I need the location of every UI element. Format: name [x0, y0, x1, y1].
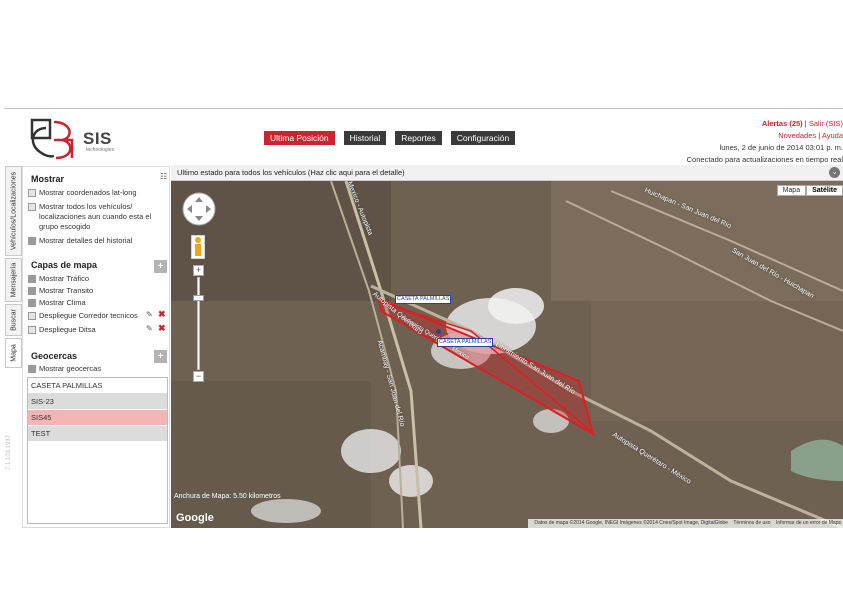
add-layer-button[interactable]: +: [154, 260, 167, 273]
zoom-slider[interactable]: + −: [193, 265, 204, 383]
map-header[interactable]: Ultimo estado para todos los vehículos (…: [171, 165, 843, 181]
checkbox[interactable]: [28, 275, 36, 283]
geofence-marker-label[interactable]: CASETA PALMILLAS: [437, 338, 494, 347]
zoom-out-button[interactable]: −: [193, 371, 204, 382]
nav-reportes-button[interactable]: Reportes: [395, 131, 442, 145]
current-date: lunes, 2 de junio de 2014 03:01 p. m.: [719, 143, 843, 152]
nav-configuracion-button[interactable]: Configuración: [450, 131, 516, 145]
tab-vehiculos-label: Vehículos/Localizaciones: [10, 171, 17, 251]
street-view-pegman-icon[interactable]: [191, 235, 205, 259]
logo-text: SIS: [83, 129, 112, 148]
option-label: Mostrar Tráfico: [39, 274, 90, 283]
add-geofence-button[interactable]: +: [154, 350, 167, 363]
google-logo: Google: [176, 512, 214, 524]
option-label: Despliegue Ditsa: [39, 325, 96, 334]
logo-subtitle: technologies: [86, 147, 115, 153]
checkbox[interactable]: [28, 203, 36, 211]
list-item[interactable]: SIS45: [28, 410, 167, 426]
separator: |: [804, 119, 807, 128]
app-root: SIS technologies Ultima Posición Histori…: [0, 0, 843, 600]
edit-icon[interactable]: ✎: [146, 324, 153, 333]
option-history-details[interactable]: Mostrar detalles del historial: [28, 236, 168, 246]
tab-mensajeria[interactable]: Mensajería: [5, 258, 22, 302]
news-link[interactable]: Novedades: [778, 131, 816, 140]
map-type-satellite-button[interactable]: Satélite: [806, 185, 843, 196]
alerts-link[interactable]: Alertas (25): [762, 119, 803, 128]
option-lat-long[interactable]: Mostrar coordenados lat-long: [28, 188, 168, 198]
tab-buscar[interactable]: Buscar: [5, 304, 22, 336]
nav-historial-button[interactable]: Historial: [343, 131, 387, 145]
section-capas-title: Capas de mapa: [31, 260, 98, 270]
geofence-marker-label[interactable]: CASETA PALMILLAS: [395, 295, 452, 304]
nav-ultima-posicion-button[interactable]: Ultima Posición: [264, 131, 335, 145]
map-type-toggle: Mapa Satélite: [776, 185, 843, 196]
checkbox[interactable]: [28, 237, 36, 245]
option-show-geofences[interactable]: Mostrar geocercas: [28, 364, 168, 374]
map-view[interactable]: Ultimo estado para todos los vehículos (…: [171, 165, 843, 528]
zoom-in-button[interactable]: +: [193, 265, 204, 276]
delete-icon[interactable]: ✖: [158, 323, 166, 334]
checkbox[interactable]: [28, 312, 36, 320]
checkbox[interactable]: [28, 299, 36, 307]
checkbox[interactable]: [28, 326, 36, 334]
tab-mapa-label: Mapa: [10, 344, 17, 362]
collapse-icon[interactable]: ⌄: [829, 167, 840, 178]
separator: |: [818, 131, 821, 140]
checkbox[interactable]: [28, 287, 36, 295]
tab-vehiculos[interactable]: Vehículos/Localizaciones: [5, 166, 22, 256]
attribution-text: Datos de mapa ©2014 Google, INEGI Imágen…: [534, 520, 728, 526]
exit-link[interactable]: Salir (SIS): [809, 119, 843, 128]
option-all-vehicles[interactable]: Mostrar todos los vehículos/ localizacio…: [28, 202, 168, 232]
help-link[interactable]: Ayuda: [822, 131, 843, 140]
section-geocercas-title: Geocercas: [31, 351, 78, 361]
list-item[interactable]: CASETA PALMILLAS: [28, 378, 167, 394]
option-label: Mostrar geocercas: [39, 364, 102, 373]
delete-icon[interactable]: ✖: [158, 309, 166, 320]
map-options-panel: Mostrar ☷ Mostrar coordenados lat-long M…: [22, 166, 170, 528]
checkbox[interactable]: [28, 365, 36, 373]
tab-buscar-label: Buscar: [10, 309, 17, 331]
option-label: Mostrar Clima: [39, 298, 86, 307]
header-status-area: Alertas (25) | Salir (SIS) Novedades | A…: [643, 118, 843, 166]
option-label: Mostrar todos los vehículos/ localizacio…: [39, 202, 152, 231]
version-label: 7.1.103.1937: [6, 434, 12, 470]
option-label: Despliegue Corredor tecnicos: [39, 311, 138, 320]
top-divider: [4, 108, 843, 109]
pan-control-icon[interactable]: [181, 191, 217, 227]
tab-mapa[interactable]: Mapa: [5, 338, 22, 368]
sis-logo: SIS technologies: [24, 114, 124, 166]
option-label: Mostrar Transito: [39, 286, 94, 295]
map-scale: Anchura de Mapa: 5.50 kilometros: [174, 493, 281, 500]
edit-icon[interactable]: ✎: [146, 310, 153, 319]
pin-icon[interactable]: ☷: [160, 172, 167, 181]
report-error-link[interactable]: Informar de un error de Maps: [776, 520, 841, 526]
option-label: Mostrar detalles del historial: [39, 236, 133, 245]
zoom-thumb[interactable]: [193, 295, 204, 301]
option-transito[interactable]: Mostrar Transito: [28, 286, 168, 296]
geofence-list: CASETA PALMILLAS SIS-23 SIS45 TEST: [27, 377, 168, 524]
option-label: Mostrar coordenados lat-long: [39, 188, 137, 197]
vehicle-marker-icon[interactable]: [436, 329, 441, 334]
logo-mark-icon: [30, 118, 74, 160]
list-item[interactable]: SIS-23: [28, 394, 167, 410]
zoom-track[interactable]: [197, 277, 200, 370]
side-tabs: Vehículos/Localizaciones Mensajería Busc…: [5, 166, 22, 370]
tab-mensajeria-label: Mensajería: [10, 262, 17, 298]
main-nav: Ultima Posición Historial Reportes Confi…: [264, 131, 516, 145]
checkbox[interactable]: [28, 189, 36, 197]
terms-link[interactable]: Términos de uso: [733, 520, 770, 526]
map-type-mapa-button[interactable]: Mapa: [776, 185, 807, 196]
list-item[interactable]: TEST: [28, 426, 167, 442]
option-clima[interactable]: Mostrar Clima: [28, 298, 168, 308]
map-attribution: Datos de mapa ©2014 Google, INEGI Imágen…: [528, 519, 843, 528]
section-mostrar-title: Mostrar: [31, 174, 65, 184]
option-trafico[interactable]: Mostrar Tráfico: [28, 274, 168, 284]
